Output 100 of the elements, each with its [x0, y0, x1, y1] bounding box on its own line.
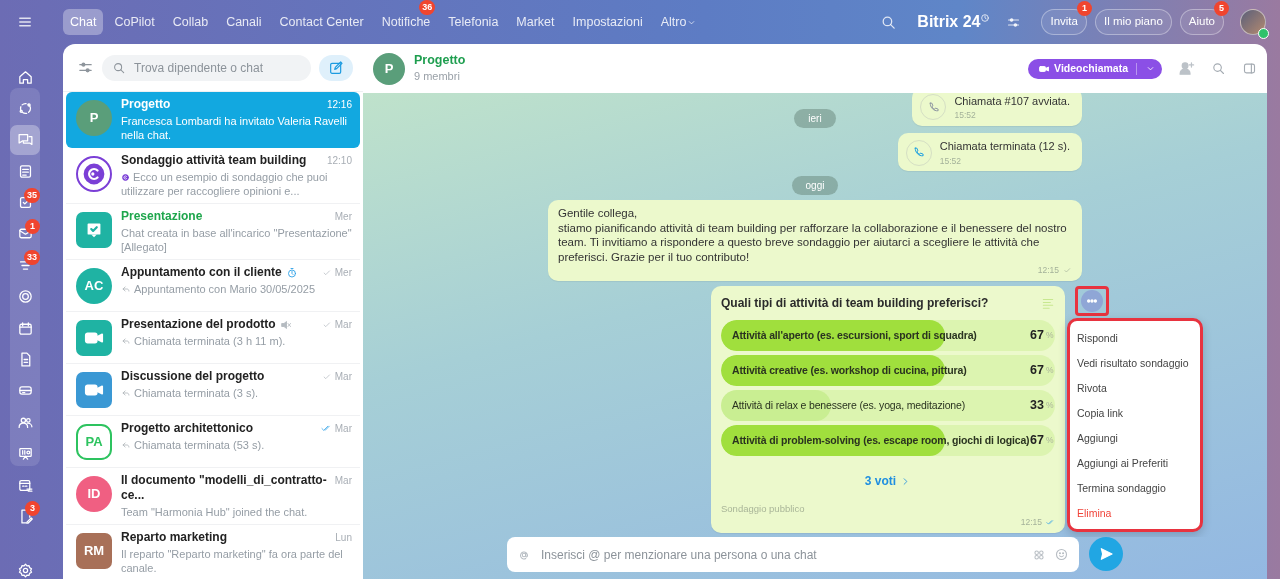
- nav-tab[interactable]: Telefonia: [441, 8, 506, 36]
- menu-item[interactable]: Rivota: [1070, 375, 1200, 400]
- message-time: 15:52: [939, 154, 963, 168]
- chat-time: Mar: [334, 474, 352, 488]
- compose-button[interactable]: [319, 54, 353, 81]
- search-icon: [112, 60, 126, 75]
- pencil-icon: [328, 59, 344, 76]
- user-avatar[interactable]: [1240, 9, 1266, 35]
- send-icon: [1098, 546, 1114, 562]
- chat-avatar: P: [373, 52, 405, 85]
- message-input-field[interactable]: Inserisci @ per menzionare una persona o una chat: [507, 537, 1079, 572]
- chat-time: Mer: [334, 266, 352, 280]
- more-button[interactable]: [1075, 286, 1109, 316]
- chat-list-item[interactable]: AC Appuntamento con il cliente Mer Appuntamento con Mario 30/05/2025: [66, 260, 360, 312]
- chat-time: 12:16: [326, 98, 352, 112]
- message-time: 15:52: [954, 109, 977, 122]
- header-button[interactable]: Il mio piano: [1094, 9, 1172, 35]
- rail-button[interactable]: 3: [10, 501, 40, 532]
- apps-icon[interactable]: [1032, 547, 1046, 562]
- emoji-icon[interactable]: [1054, 547, 1069, 562]
- call-status-text: Chiamata terminata (12 s).: [939, 139, 1070, 154]
- count-badge: 1: [1076, 1, 1092, 17]
- presentation-icon: [16, 445, 34, 463]
- chat-list-item[interactable]: ID Il documento "modelli_di_contratto-ce... Mar Team "Harmonia Hub" joined the chat.: [66, 468, 360, 525]
- votes-link[interactable]: 3 voti: [864, 472, 912, 490]
- chat-list-item[interactable]: Presentazione del prodotto Mar Chiamata terminata (3 h 11 m).: [66, 312, 360, 364]
- date-label: ieri: [794, 109, 836, 128]
- count-badge: 36: [419, 0, 436, 15]
- chat-time: Mar: [334, 370, 352, 384]
- poll-option-text: Attività di relax e benessere (es. yoga, meditazione): [732, 397, 966, 413]
- message-preview: Chiamata terminata (3 h 11 m).: [121, 334, 352, 348]
- menu-item[interactable]: Aggiungi: [1070, 425, 1200, 450]
- nav-tab[interactable]: Collab: [165, 8, 216, 36]
- nav-tab[interactable]: Altro: [653, 8, 705, 36]
- message-preview: Appuntamento con Mario 30/05/2025: [121, 282, 352, 296]
- avatar: ID: [76, 476, 112, 512]
- count-badge: 33: [24, 250, 40, 266]
- settings-icon: [16, 561, 34, 579]
- poll-percent: 67: [1030, 327, 1044, 345]
- nav-tab[interactable]: Market: [509, 8, 562, 36]
- rail-button[interactable]: 33: [10, 250, 40, 281]
- call-status-text: Chiamata #107 avviata.: [954, 93, 1070, 109]
- chat-title: Progetto: [414, 52, 466, 68]
- logo-text: Bitrix 24: [917, 12, 981, 32]
- chat-list-item[interactable]: Sondaggio attività team building 12:10 Ecco un esempio di sondaggio che puoi utilizzare per raccogliere opinioni e...: [66, 148, 360, 204]
- status-dot: [1258, 28, 1269, 39]
- chat-list-item[interactable]: Presentazione Mer Chat creata in base all'incarico "Presentazione" [Allegato]: [66, 204, 360, 260]
- menu-item[interactable]: Termina sondaggio: [1070, 475, 1200, 500]
- count-badge: 35: [24, 187, 40, 203]
- message-input[interactable]: Inserisci @ per menzionare una persona o una chat: [539, 544, 1024, 565]
- search-input[interactable]: Trova dipendente o chat: [132, 57, 301, 78]
- chat-title: Presentazione: [121, 209, 203, 224]
- poll-percent: 67: [1030, 432, 1044, 450]
- chat-time: Mar: [334, 422, 352, 436]
- chat-list-item[interactable]: P Progetto 12:16 Francesca Lombardi ha invitato Valeria Ravelli nella chat.: [66, 92, 360, 148]
- sidebar-icon[interactable]: [1242, 61, 1257, 76]
- poll-option[interactable]: Attività di relax e benessere (es. yoga, meditazione) 33 %: [721, 390, 1055, 421]
- percent-sign: %: [1046, 329, 1055, 342]
- nav-tab[interactable]: CoPilot: [107, 8, 162, 36]
- rail-button[interactable]: 1: [10, 218, 40, 249]
- menu-item[interactable]: Vedi risultato sondaggio: [1070, 350, 1200, 375]
- chat-title: Presentazione del prodotto: [121, 317, 276, 332]
- poll-percent: 67: [1030, 362, 1044, 380]
- message-preview: Chat creata in base all'incarico "Presentazione" [Allegato]: [121, 226, 352, 254]
- rail-button[interactable]: 35: [10, 187, 40, 218]
- menu-item[interactable]: Aggiungi ai Preferiti: [1070, 450, 1200, 475]
- date-label: oggi: [791, 176, 839, 196]
- nav-tab[interactable]: Chat: [63, 8, 104, 36]
- ring-icon: [16, 288, 34, 306]
- search-icon[interactable]: [1211, 61, 1226, 76]
- message-text: Gentile collega, stiamo pianificando attività di team building per rafforzare la collaborazione e il benessere del nostro team. Ti invitiamo a rispondere a questo breve sondaggio per aiutarci a scegliere le attività che preferisci. Grazie per il tuo contributo!: [558, 206, 1068, 265]
- avatar: RM: [76, 533, 112, 569]
- chat-title: Appuntamento con il cliente: [121, 265, 282, 280]
- chat-list-item[interactable]: Discussione del progetto Mar Chiamata terminata (3 s).: [66, 364, 360, 416]
- message-time: 12:15: [1020, 516, 1042, 529]
- nav-tab[interactable]: Canali: [219, 8, 269, 36]
- send-button[interactable]: [1089, 537, 1123, 571]
- video-call-button[interactable]: Videochiamata: [1028, 58, 1162, 79]
- count-badge: 1: [25, 218, 40, 234]
- chat-list-item[interactable]: RM Reparto marketing Lun Il reparto "Reparto marketing" fa ora parte del canale.: [66, 525, 360, 579]
- message-preview: Il reparto "Reparto marketing" fa ora parte del canale.: [121, 547, 344, 575]
- chat-title: Sondaggio attività team building: [121, 153, 307, 168]
- search-field[interactable]: Trova dipendente o chat: [102, 54, 311, 81]
- menu-item[interactable]: Elimina: [1070, 500, 1200, 525]
- nav-tab[interactable]: Contact Center: [272, 8, 371, 36]
- count-badge: 5: [1214, 1, 1229, 17]
- clock-icon: [980, 13, 991, 23]
- calendar-icon: [16, 319, 34, 337]
- menu-item[interactable]: Rispondi: [1070, 325, 1200, 350]
- message-preview: Ecco un esempio di sondaggio che puoi utilizzare per raccogliere opinioni e...: [121, 170, 329, 198]
- percent-sign: %: [1046, 434, 1055, 447]
- chat-list-item[interactable]: PA Progetto architettonico Mar Chiamata terminata (53 s).: [66, 416, 360, 468]
- nav-tab[interactable]: Impostazioni: [565, 8, 650, 36]
- percent-sign: %: [1046, 364, 1055, 377]
- message-time: 12:15: [1037, 264, 1059, 277]
- home-icon: [16, 68, 34, 86]
- menu-item[interactable]: Copia link: [1070, 400, 1200, 425]
- add-user-icon[interactable]: [1178, 60, 1195, 77]
- avatar: P: [76, 100, 112, 136]
- chat-time: Mar: [334, 318, 352, 332]
